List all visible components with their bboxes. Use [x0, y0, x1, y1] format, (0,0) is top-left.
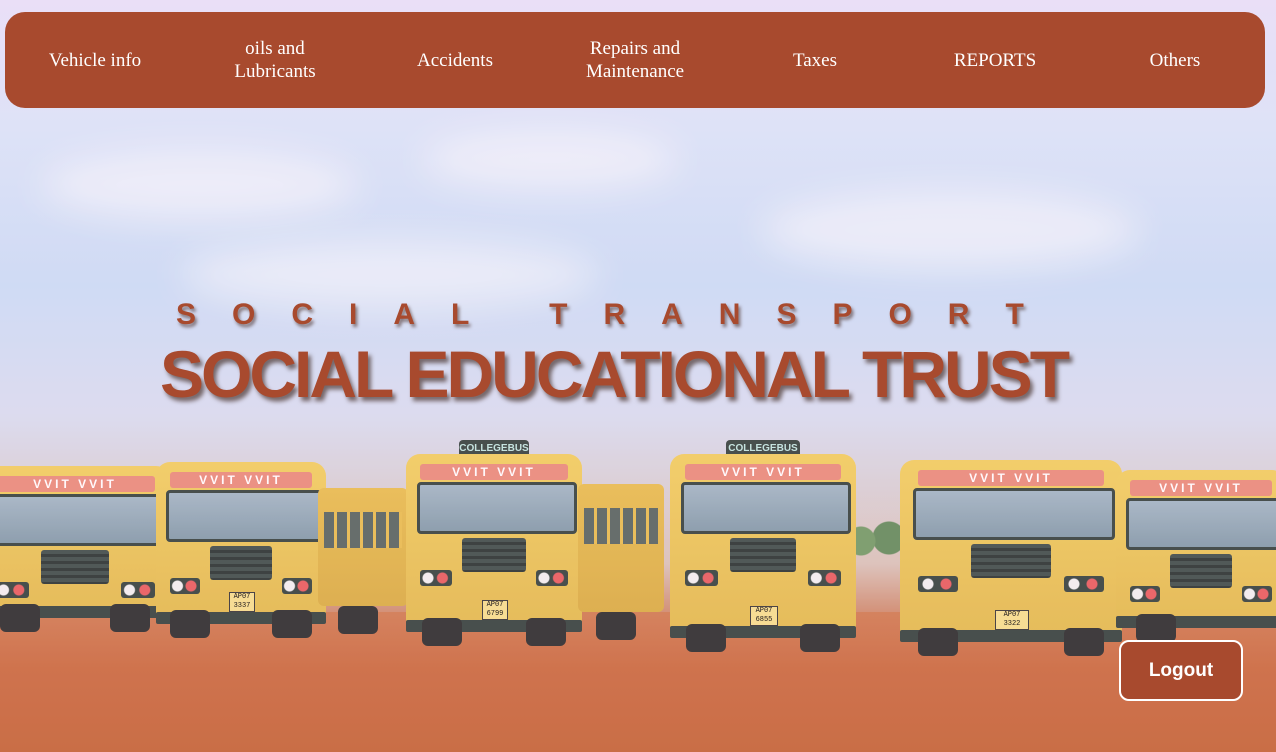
main-navbar: Vehicle info oils and Lubricants Acciden… [5, 12, 1265, 108]
bus-band-text: VVIT VVIT [684, 464, 842, 480]
bus-band-text: VVIT VVIT [420, 464, 568, 480]
hero-headline: SOCIAL EDUCATIONAL TRUST [160, 337, 1070, 411]
nav-item-taxes[interactable]: Taxes [725, 49, 905, 72]
nav-item-accidents[interactable]: Accidents [365, 49, 545, 72]
nav-item-reports[interactable]: REPORTS [905, 49, 1085, 72]
nav-item-others[interactable]: Others [1085, 49, 1265, 72]
bus-band-text: VVIT VVIT [917, 470, 1105, 486]
bus-band-text: VVIT VVIT [0, 476, 155, 492]
cloud [40, 150, 360, 220]
nav-item-vehicle-info[interactable]: Vehicle info [5, 49, 185, 72]
bus-band-text: VVIT VVIT [169, 472, 313, 488]
bus: VVIT VVIT [0, 452, 170, 632]
bus: COLLEGEBUS VVIT VVIT AP07 6799 [406, 440, 582, 646]
bus-side [578, 462, 664, 640]
bus: COLLEGEBUS VVIT VVIT AP07 6855 [670, 440, 856, 652]
logout-button[interactable]: Logout [1119, 640, 1243, 701]
bus-band-text: VVIT VVIT [1129, 480, 1273, 496]
cloud [760, 190, 1140, 270]
bus: VVIT VVIT [1116, 456, 1276, 642]
nav-item-repairs-and-maintenance[interactable]: Repairs and Maintenance [545, 37, 725, 83]
bus: VVIT VVIT AP07 3322 [900, 446, 1122, 656]
nav-item-oils-and-lubricants[interactable]: oils and Lubricants [185, 37, 365, 83]
cloud [420, 130, 680, 190]
hero-tagline: SOCIAL TRANSPORT [176, 298, 1060, 331]
bus: VVIT VVIT AP07 3337 [156, 448, 326, 638]
bus-side [318, 466, 408, 634]
